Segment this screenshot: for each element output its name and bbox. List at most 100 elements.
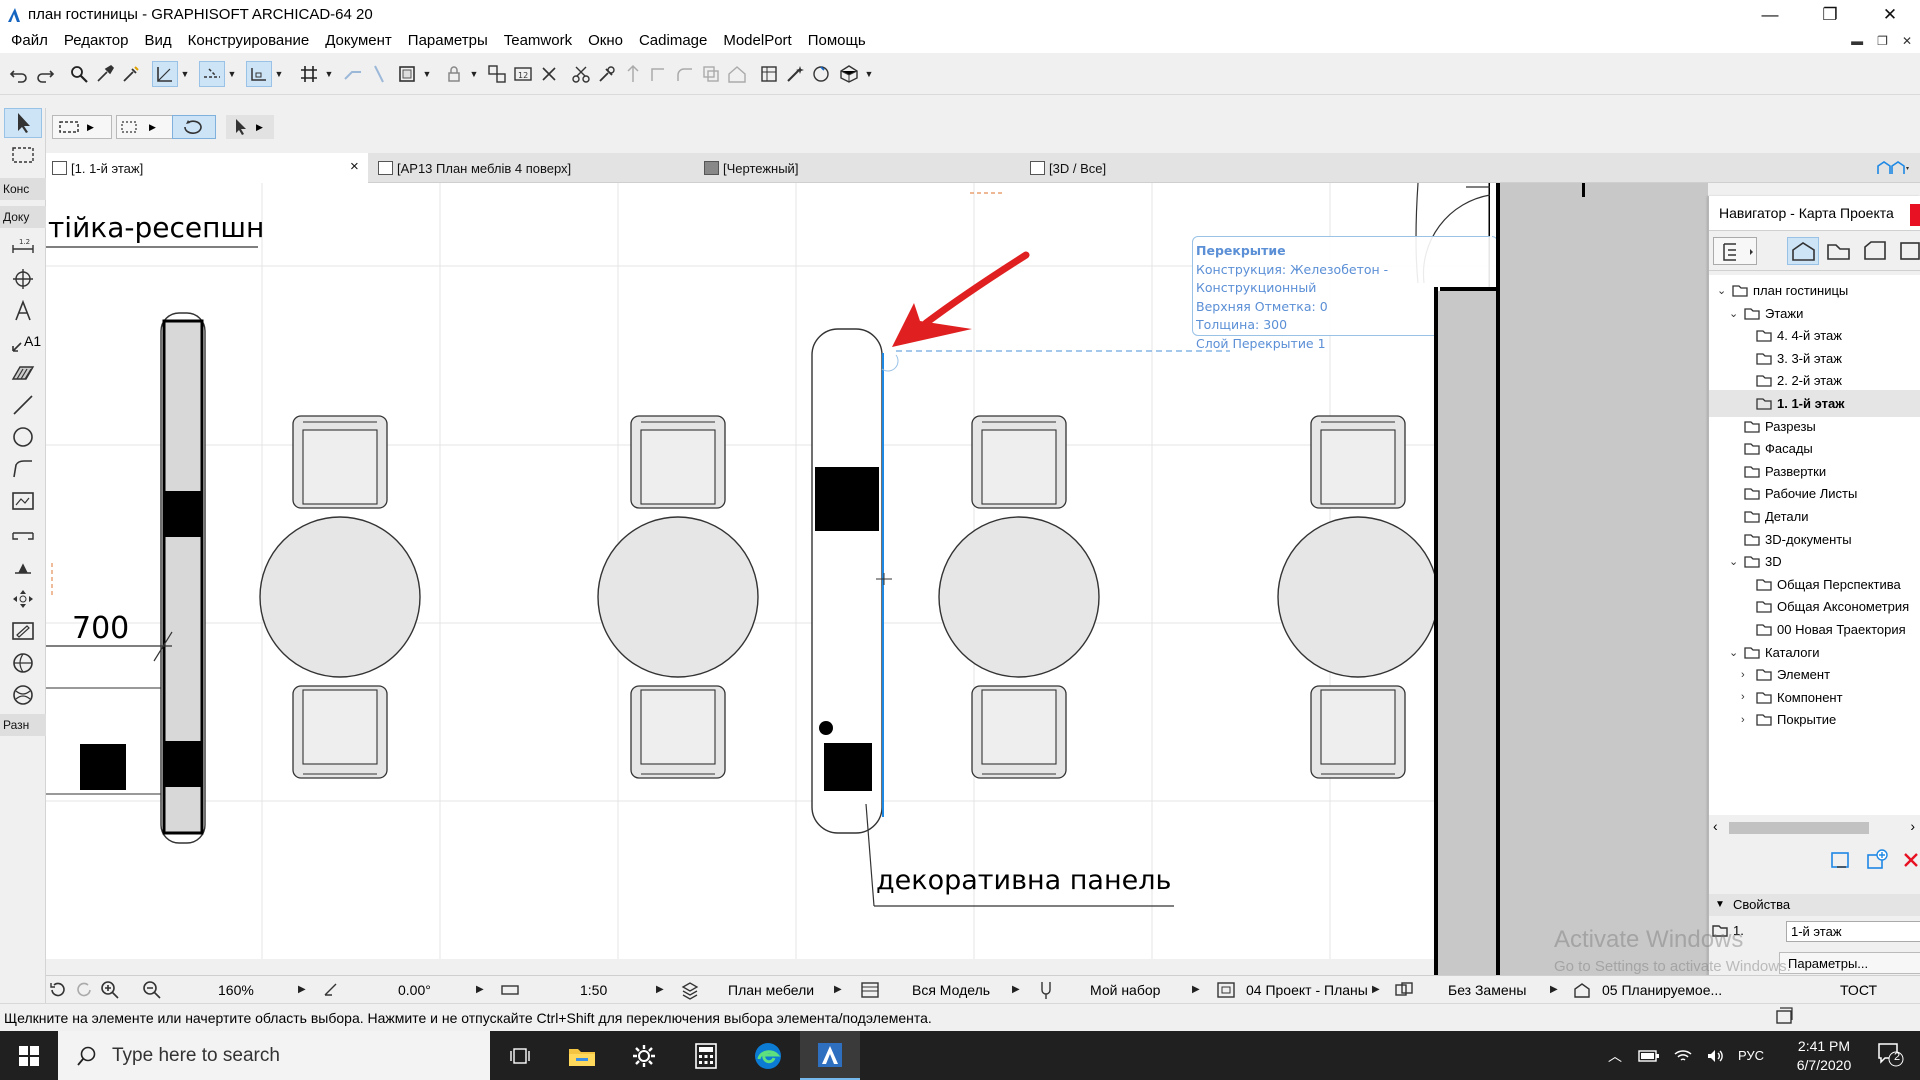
story-name-field[interactable]: 1-й этаж <box>1786 921 1920 942</box>
zoom-forward-icon[interactable] <box>74 980 94 1000</box>
expand-chevron-icon[interactable]: ⌄ <box>1717 284 1726 297</box>
layer-dropdown[interactable]: ▼ <box>421 61 433 87</box>
settings-button[interactable] <box>614 1031 674 1080</box>
navigator-horizontal-scrollbar[interactable]: ‹ › <box>1709 818 1920 838</box>
extra-value[interactable]: ТОСТ <box>1840 980 1877 1000</box>
redo-button[interactable] <box>32 61 58 87</box>
3d-navigation-dropdown[interactable]: ▼ <box>863 61 875 87</box>
fillet-button[interactable] <box>672 61 698 87</box>
label-tool[interactable]: A1 <box>4 328 42 358</box>
lock-button[interactable] <box>441 61 467 87</box>
menu-item[interactable]: Окно <box>580 29 631 53</box>
rotation-dropdown-icon[interactable]: ▶ <box>476 980 484 1000</box>
offset-button[interactable] <box>646 61 672 87</box>
selection-method-group[interactable]: ▶ <box>52 115 112 139</box>
graphic-override-icon[interactable] <box>1394 981 1414 999</box>
taskbar-search-box[interactable]: Type here to search <box>58 1031 490 1080</box>
scale-dropdown-icon[interactable]: ▶ <box>656 980 664 1000</box>
polyline-tool[interactable] <box>4 454 42 484</box>
taskbar-clock[interactable]: 2:41 PM 6/7/2020 <box>1784 1037 1864 1075</box>
menu-item[interactable]: Параметры <box>400 29 496 53</box>
menu-item[interactable]: Конструирование <box>180 29 318 53</box>
elevate-button[interactable] <box>620 61 646 87</box>
navigator-close-button[interactable] <box>1910 204 1920 226</box>
grid-dropdown[interactable]: ▼ <box>323 61 335 87</box>
suspend-groups-button[interactable] <box>536 61 562 87</box>
dimension-style-value[interactable]: 04 Проект - Планы <box>1246 980 1368 1000</box>
status-window-icon[interactable] <box>1774 1006 1794 1026</box>
close-button[interactable]: ✕ <box>1860 0 1920 29</box>
3d-navigation-button[interactable] <box>836 61 862 87</box>
volume-icon[interactable] <box>1706 1048 1724 1064</box>
zoom-value[interactable]: 160% <box>218 980 254 1000</box>
layout-book-button[interactable] <box>1859 237 1891 265</box>
clone-view-icon[interactable] <box>1865 848 1889 872</box>
tab-drafting[interactable]: [Чертежный] <box>698 153 1020 183</box>
pen-set-icon[interactable] <box>1038 980 1054 1000</box>
delete-view-icon[interactable] <box>1901 848 1920 872</box>
renumber-button[interactable]: 12 <box>510 61 536 87</box>
rotation-value[interactable]: 0.00° <box>398 980 431 1000</box>
magic-wand-button[interactable] <box>782 61 808 87</box>
show-hidden-icons-icon[interactable]: ︿ <box>1608 1046 1622 1066</box>
navigator-mode-button[interactable] <box>1713 237 1757 265</box>
dimension-style-dropdown-icon[interactable]: ▶ <box>1372 980 1380 1000</box>
notification-center-button[interactable]: 2 <box>1876 1041 1912 1071</box>
archicad-taskbar-button[interactable] <box>800 1031 860 1080</box>
project-map-button[interactable] <box>1787 237 1819 265</box>
section-tool[interactable] <box>4 520 42 550</box>
lock-dropdown[interactable]: ▼ <box>468 61 480 87</box>
layer-combination-value[interactable]: План мебели <box>728 980 814 1000</box>
text-tool[interactable] <box>4 296 42 326</box>
dimension-style-icon[interactable] <box>1216 981 1236 999</box>
file-explorer-button[interactable] <box>552 1031 612 1080</box>
snap-points-button[interactable] <box>246 61 272 87</box>
language-indicator[interactable]: РУС <box>1738 1048 1764 1063</box>
edge-browser-button[interactable] <box>738 1031 798 1080</box>
start-button[interactable] <box>0 1031 58 1080</box>
model-view-value[interactable]: Вся Модель <box>912 980 990 1000</box>
guide-lines-button[interactable] <box>152 61 178 87</box>
snap-points-dropdown[interactable]: ▼ <box>273 61 285 87</box>
toolbox-section-more[interactable]: Разн <box>0 714 46 736</box>
guide-lines-dropdown[interactable]: ▼ <box>179 61 191 87</box>
change-tool[interactable] <box>4 680 42 710</box>
expand-chevron-icon[interactable]: ⌄ <box>1729 555 1738 568</box>
view-map-button[interactable] <box>1823 237 1855 265</box>
tree-item[interactable]: › Покрытие <box>1709 706 1920 733</box>
publisher-sets-button[interactable] <box>1895 237 1920 265</box>
tab-3d-all[interactable]: [3D / Все] <box>1024 153 1344 183</box>
expand-chevron-icon[interactable]: ⌄ <box>1729 646 1738 659</box>
properties-header[interactable]: ▼ Свойства <box>1709 894 1920 916</box>
detail-tool[interactable] <box>4 648 42 678</box>
layer-combination-icon[interactable] <box>680 980 700 1000</box>
minimize-button[interactable]: — <box>1740 0 1800 29</box>
snap-guides-button[interactable] <box>199 61 225 87</box>
doc-close-icon[interactable]: ✕ <box>1902 34 1912 48</box>
model-view-button[interactable] <box>756 61 782 87</box>
worksheet-tool[interactable] <box>4 616 42 646</box>
marquee-group[interactable]: ▶ <box>116 115 174 139</box>
tab-floor-1[interactable]: [1. 1-й этаж] × <box>46 153 368 183</box>
expand-chevron-icon[interactable]: ⌄ <box>1729 307 1738 320</box>
collapse-chevron-icon[interactable]: › <box>1741 669 1745 681</box>
grid-snap-button[interactable] <box>296 61 322 87</box>
tab-furniture-plan[interactable]: [АР13 План меблів 4 поверх] <box>372 153 692 183</box>
calculator-button[interactable] <box>676 1031 736 1080</box>
rotation-icon[interactable] <box>322 981 340 999</box>
arrow-tool[interactable] <box>4 108 42 138</box>
circle-tool[interactable] <box>4 422 42 452</box>
toolbox-section-document[interactable]: Доку <box>0 206 46 228</box>
level-dimension-tool[interactable] <box>4 264 42 294</box>
renovation-value[interactable]: 05 Планируемое... <box>1602 980 1722 1000</box>
find-select-button[interactable] <box>66 61 92 87</box>
roof-button[interactable] <box>724 61 750 87</box>
menu-item[interactable]: Редактор <box>56 29 137 53</box>
elevation-tool[interactable] <box>4 552 42 582</box>
snap-guides-dropdown[interactable]: ▼ <box>226 61 238 87</box>
maximize-button[interactable]: ❐ <box>1800 0 1860 29</box>
renovation-icon[interactable] <box>1572 981 1592 999</box>
layer-settings-button[interactable] <box>394 61 420 87</box>
zoom-out-icon[interactable] <box>142 980 162 1000</box>
toolbox-section-construct[interactable]: Конс <box>0 178 46 200</box>
